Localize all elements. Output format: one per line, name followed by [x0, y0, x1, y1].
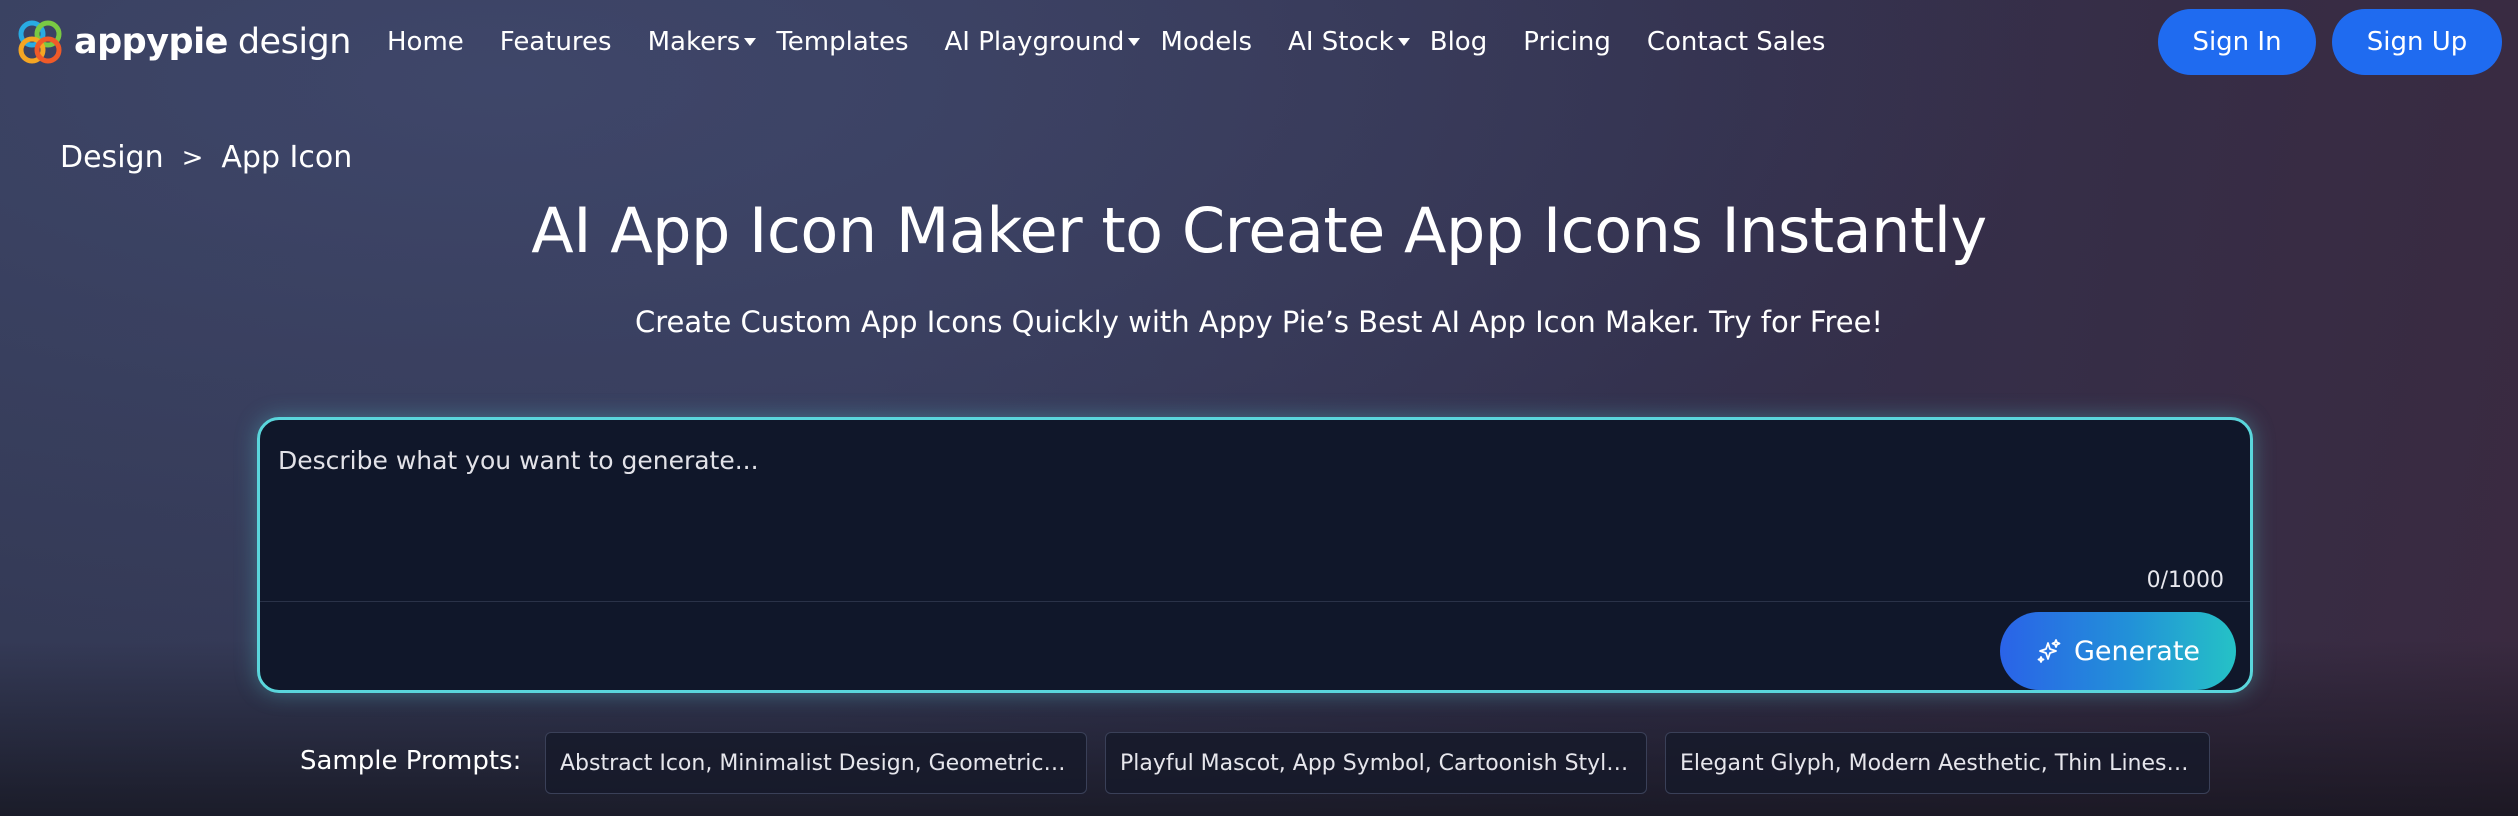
prompt-divider — [260, 601, 2250, 602]
logo[interactable]: appypie design — [14, 16, 351, 68]
sample-prompt-chip[interactable]: Playful Mascot, App Symbol, Cartoonish S… — [1105, 732, 1647, 794]
prompt-input[interactable] — [276, 444, 2220, 588]
nav-ai-stock[interactable]: AI Stock — [1288, 27, 1410, 57]
nav-ai-playground[interactable]: AI Playground — [944, 27, 1141, 57]
nav-blog-label: Blog — [1429, 27, 1488, 57]
nav-home[interactable]: Home — [387, 27, 464, 57]
sample-prompts-label: Sample Prompts: — [300, 746, 522, 776]
nav-blog[interactable]: Blog — [1430, 27, 1487, 57]
char-counter: 0/1000 — [2146, 568, 2224, 593]
nav-home-label: Home — [387, 27, 464, 57]
appypie-logo-icon — [18, 20, 62, 64]
nav-contact-sales-label: Contact Sales — [1646, 27, 1826, 57]
sample-prompt-text: Elegant Glyph, Modern Aesthetic, Thin Li… — [1680, 750, 2195, 776]
logo-text: appypie design — [74, 22, 351, 62]
main-nav: Home Features Makers Templates AI Playgr… — [387, 0, 1861, 84]
nav-features[interactable]: Features — [500, 27, 612, 57]
nav-makers[interactable]: Makers — [647, 27, 757, 57]
nav-pricing-label: Pricing — [1523, 27, 1611, 57]
page-title: AI App Icon Maker to Create App Icons In… — [531, 194, 1987, 267]
nav-features-label: Features — [499, 27, 612, 57]
sample-prompt-text: Abstract Icon, Minimalist Design, Geomet… — [560, 750, 1072, 776]
chevron-down-icon — [1397, 38, 1410, 46]
page-subtitle: Create Custom App Icons Quickly with App… — [634, 305, 1884, 339]
breadcrumb: Design > App Icon — [60, 140, 352, 175]
breadcrumb-parent[interactable]: Design — [60, 140, 164, 175]
sample-prompt-text: Playful Mascot, App Symbol, Cartoonish S… — [1120, 750, 1632, 776]
top-navbar: appypie design Home Features Makers Templ… — [0, 0, 2518, 84]
nav-makers-label: Makers — [647, 27, 741, 57]
chevron-down-icon — [1128, 38, 1141, 46]
generate-label: Generate — [2073, 635, 2201, 667]
sign-in-button[interactable]: Sign In — [2158, 9, 2316, 75]
generate-button[interactable]: Generate — [2000, 612, 2236, 690]
nav-ai-playground-label: AI Playground — [944, 27, 1125, 57]
breadcrumb-current: App Icon — [221, 140, 353, 175]
nav-contact-sales[interactable]: Contact Sales — [1647, 27, 1826, 57]
logo-brand: appypie — [74, 22, 228, 62]
nav-ai-stock-label: AI Stock — [1288, 27, 1394, 57]
sparkle-icon — [2037, 639, 2061, 663]
sign-up-button[interactable]: Sign Up — [2332, 9, 2502, 75]
nav-models-label: Models — [1160, 27, 1253, 57]
nav-pricing[interactable]: Pricing — [1523, 27, 1611, 57]
breadcrumb-separator: > — [181, 142, 204, 173]
sample-prompt-chip[interactable]: Elegant Glyph, Modern Aesthetic, Thin Li… — [1665, 732, 2210, 794]
chevron-down-icon — [744, 38, 757, 46]
sample-prompt-chip[interactable]: Abstract Icon, Minimalist Design, Geomet… — [545, 732, 1087, 794]
sample-prompts: Sample Prompts: Abstract Icon, Minimalis… — [0, 732, 2518, 796]
nav-models[interactable]: Models — [1160, 27, 1252, 57]
prompt-box: 0/1000 Generate — [257, 417, 2253, 693]
nav-templates[interactable]: Templates — [776, 27, 908, 57]
nav-templates-label: Templates — [776, 27, 909, 57]
logo-suffix: design — [237, 22, 352, 62]
